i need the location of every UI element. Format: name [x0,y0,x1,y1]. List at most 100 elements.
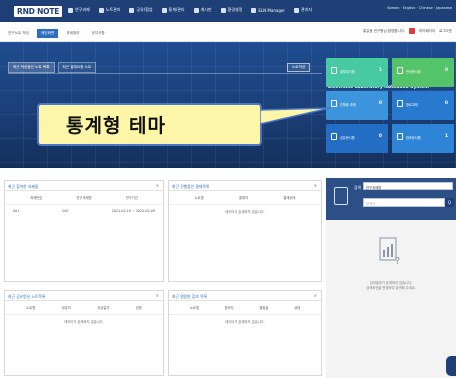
column-header: 권한 [135,306,142,310]
panel-recent-projects: 최근 참여한 과제들 × 과제번호 연구과제명 연구기간 001 001 202… [4,180,164,282]
tile-label: 공유문서함 [340,136,355,140]
tile-reference[interactable]: 참조문서함 1 [392,124,454,153]
tile-count: 1 [444,134,448,139]
hero-tabs: 최근 작성중인 노트 목록 최근 결재요청 노트 [8,62,97,73]
book-icon [98,7,104,13]
table-header: 노트명 결재자 결재상태 [169,191,321,205]
empty-message: 데이터가 존재하지 않습니다. [225,210,265,214]
panel-title-text: 최근 진행중인 결재목록 [172,184,210,189]
tile-shared[interactable]: 공유문서함 0 [326,124,388,153]
nav-item-eln-manager[interactable]: ELN Manager [251,7,285,13]
table-cell: 001 [62,209,69,213]
callout-pointer [260,107,330,125]
column-header: 과제번호 [30,196,43,200]
pen-icon [193,7,199,13]
empty-message: 데이터가 존재하지 않습니다. [64,320,104,324]
nav-item-settings[interactable]: 환경설정 [220,7,243,13]
table-row[interactable]: 001 001 2021-02-10 ~ 2022-02-09 [5,205,163,217]
panel-title: 최근 열람한 참조 목록 × [169,291,321,301]
column-header: 공유자 [61,306,71,310]
nav-item-label: 통계/관리 [168,7,185,12]
new-note-button[interactable]: 노트작성 [287,63,311,72]
nav-item-stats[interactable]: 통계/관리 [161,7,185,13]
search-input[interactable]: 검색어... [363,198,445,207]
document-icon [331,67,337,74]
tab-project-info[interactable]: 과제정보 [62,29,83,38]
panel-title: 최근 진행중인 결재목록 × [169,181,321,191]
tab-write-note[interactable]: 연구노트 작성 [4,29,33,38]
nav-item-notes[interactable]: 노트관리 [98,7,121,13]
close-icon[interactable]: × [314,293,317,298]
share-icon [129,7,135,13]
top-navbar: RND NOTE 연구과제 노트관리 공유/협업 통계/관리 게시판 환경설정 … [0,0,456,22]
document-icon [331,100,337,107]
nav-item-admin[interactable]: 관리자 [293,7,312,13]
sub-navbar: 연구노트 작성 메인화면 과제정보 공지사항 홍길동 연구원님 환영합니다. 마… [0,22,456,42]
close-icon[interactable]: × [156,183,159,188]
language-selector[interactable]: Korean · English · Chinese · Japanese [387,6,452,10]
logo-text: RND NOTE [14,6,63,17]
manager-icon [251,7,257,13]
nav-item-board[interactable]: 게시판 [193,7,212,13]
tile-completed[interactable]: 완료과제 0 [392,91,454,120]
panel-title: 최근 참여한 과제들 × [5,181,163,191]
theme-callout: 통계형 테마 [37,103,262,146]
panel-title-text: 최근 열람한 참조 목록 [172,294,208,299]
table-cell: 2021-02-10 ~ 2022-02-09 [111,209,155,213]
panel-pending-approval: 최근 진행중인 결재목록 × 노트명 결재자 결재상태 데이터가 존재하지 않습… [168,180,322,282]
no-result-line: 검색조건을 변경하여 검색해 주세요. [366,286,416,290]
chart-icon [161,7,167,13]
tab-main[interactable]: 메인화면 [36,29,59,38]
column-header: 공유일자 [97,306,110,310]
welcome-text: 홍길동 연구원님 환영합니다. [363,28,405,33]
column-header: 연구기간 [125,196,138,200]
main-nav: 연구과제 노트관리 공유/협업 통계/관리 게시판 환경설정 ELN Manag… [68,7,312,13]
column-header: 결재상태 [283,196,296,200]
column-header: 노트명 [189,306,199,310]
tile-count: 0 [444,68,448,73]
tile-label: 반려문서함 [406,70,421,74]
tile-count: 0 [444,101,448,106]
brand-logo[interactable]: RND NOTE [14,6,63,17]
nav-item-label: 노트관리 [105,7,121,12]
document-icon [397,100,403,107]
panel-referenced-notes: 최근 열람한 참조 목록 × 노트명 참조자 열람일 상태 데이터가 존재하지 … [168,290,322,376]
close-icon[interactable]: × [156,293,159,298]
column-header: 결재자 [238,196,249,200]
tile-count: 1 [378,68,382,73]
panel-title-text: 최근 참여한 과제들 [8,184,39,189]
search-sidebar: 검색 연구과제명 검색어... Q ? 검색결과가 존재하지 않습니다. 검색조… [326,178,456,378]
pen-icon [397,67,403,74]
column-header: 상태 [294,306,301,310]
close-icon[interactable]: × [314,183,317,188]
nav-item-label: 게시판 [200,7,212,12]
floating-help-button[interactable] [446,356,456,376]
no-result-icon: ? [379,237,400,266]
search-button[interactable]: Q [445,198,454,207]
column-header: 참조자 [224,306,234,310]
mypage-link[interactable]: 마이페이지 [419,29,435,34]
tab-notice[interactable]: 공지사항 [87,29,108,38]
column-header: 연구과제명 [76,196,92,200]
tile-rejected[interactable]: 반려문서함 0 [392,58,454,87]
notification-icon[interactable] [409,28,415,34]
no-result-text: 검색결과가 존재하지 않습니다. 검색조건을 변경하여 검색해 주세요. [326,281,456,291]
user-icon [293,7,299,13]
table-header: 과제번호 연구과제명 연구기간 [5,191,163,205]
empty-message: 데이터가 존재하지 않습니다. [225,320,265,324]
nav-item-share[interactable]: 공유/협업 [129,7,153,13]
tile-count: 0 [378,134,382,139]
status-tiles: 결재대기함 1 반려문서함 0 진행중 과제 0 완료과제 0 공유문서함 0 … [326,58,456,153]
search-category-select[interactable]: 연구과제명 [363,182,453,190]
nav-item-label: 환경설정 [227,7,243,12]
tile-approval-waiting[interactable]: 결재대기함 1 [326,58,388,87]
nav-item-projects[interactable]: 연구과제 [68,7,90,13]
table-header: 노트명 공유자 공유일자 권한 [5,301,163,315]
nav-item-label: 연구과제 [75,7,90,12]
tile-label: 완료과제 [406,103,418,107]
tab-approval-notes[interactable]: 최근 결재요청 노트 [57,62,97,73]
callout-text: 통계형 테마 [66,115,167,137]
tab-recent-notes[interactable]: 최근 작성중인 노트 목록 [8,62,55,73]
logout-link[interactable]: 로그아웃 [439,29,452,34]
tile-in-progress[interactable]: 진행중 과제 0 [326,91,388,120]
